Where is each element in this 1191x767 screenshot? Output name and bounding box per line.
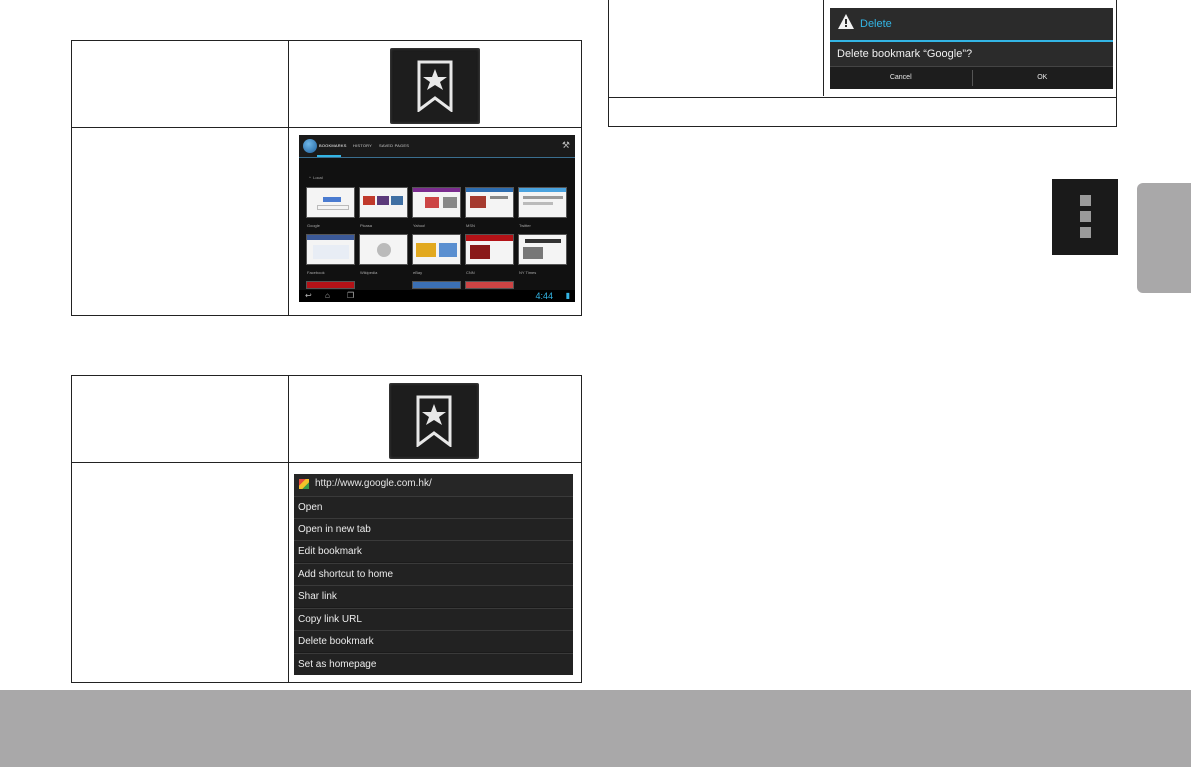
menu-item-add-shortcut[interactable]: Add shortcut to home: [294, 563, 573, 585]
tab-history[interactable]: HISTORY: [353, 143, 372, 148]
recent-apps-icon[interactable]: ❐: [347, 292, 354, 300]
browser-tab-bar: BOOKMARKS HISTORY SAVED PAGES ⚒: [299, 135, 575, 158]
dialog-button-bar: Cancel OK: [830, 66, 1113, 89]
bookmark-thumbnail-nytimes[interactable]: [518, 234, 567, 265]
back-icon[interactable]: ↩: [305, 292, 312, 300]
bookmark-caption: Wikipedia: [360, 270, 378, 275]
side-section-tab: [1137, 183, 1191, 293]
row-divider: [72, 462, 581, 463]
globe-icon: [303, 139, 317, 153]
bookmark-thumbnail-row3[interactable]: [412, 281, 461, 289]
bookmark-thumbnail-row3[interactable]: [306, 281, 355, 289]
menu-dot: [1080, 227, 1091, 238]
active-tab-indicator: [317, 155, 341, 157]
home-icon[interactable]: ⌂: [325, 292, 330, 300]
menu-item-delete-bookmark[interactable]: Delete bookmark: [294, 630, 573, 652]
menu-item-share-link[interactable]: Shar link: [294, 585, 573, 607]
bookmark-caption: NY Times: [519, 270, 537, 275]
dialog-message: Delete bookmark “Google”?: [837, 48, 973, 60]
context-menu-header: http://www.google.com.hk/: [294, 474, 573, 497]
row-divider: [609, 97, 1116, 98]
menu-dot: [1080, 211, 1091, 222]
menu-item-edit-bookmark[interactable]: Edit bookmark: [294, 540, 573, 562]
tab-saved-pages[interactable]: SAVED PAGES: [379, 143, 409, 148]
system-navigation-bar: ↩ ⌂ ❐ 4:44 ▮: [299, 290, 575, 302]
column-divider: [288, 376, 289, 682]
menu-item-open[interactable]: Open: [294, 496, 573, 518]
bookmark-thumbnail-google[interactable]: [306, 187, 355, 218]
status-clock: 4:44: [535, 291, 553, 301]
column-divider: [288, 41, 289, 315]
tab-bookmarks[interactable]: BOOKMARKS: [319, 143, 347, 148]
page-footer-band: [0, 690, 1191, 767]
bookmark-thumbnail-facebook[interactable]: [306, 234, 355, 265]
bookmark-thumbnail-picasa[interactable]: [359, 187, 408, 218]
overflow-menu-icon: [1052, 179, 1118, 255]
bookmark-thumbnail-yahoo[interactable]: [412, 187, 461, 218]
bookmark-thumbnail-cnn[interactable]: [465, 234, 514, 265]
browser-bookmarks-screenshot: BOOKMARKS HISTORY SAVED PAGES ⚒ ^ Local …: [299, 135, 575, 302]
dialog-title: Delete: [860, 18, 892, 30]
bookmark-caption: eBay: [413, 270, 423, 275]
battery-icon: ▮: [565, 291, 570, 300]
bookmark-caption: MSN: [466, 223, 475, 228]
bookmark-url: http://www.google.com.hk/: [315, 478, 432, 489]
wrench-icon[interactable]: ⚒: [562, 141, 570, 150]
bookmark-context-menu: http://www.google.com.hk/ Open Open in n…: [294, 474, 573, 675]
menu-dot: [1080, 195, 1091, 206]
warning-icon: [838, 14, 854, 29]
bookmark-star-icon: [416, 395, 452, 447]
bookmark-icon: [390, 48, 480, 124]
bookmark-caption: Yahoo!: [413, 223, 426, 228]
dialog-title-divider: [830, 40, 1113, 42]
bookmark-thumbnail-twitter[interactable]: [518, 187, 567, 218]
bookmark-thumbnail-msn[interactable]: [465, 187, 514, 218]
ok-button[interactable]: OK: [972, 67, 1114, 89]
column-divider: [823, 0, 824, 96]
favicon-icon: [299, 479, 309, 489]
bookmark-caption: CNN: [466, 270, 475, 275]
bookmark-thumbnail-ebay[interactable]: [412, 234, 461, 265]
bookmark-caption: Facebook: [307, 270, 325, 275]
menu-item-copy-link-url[interactable]: Copy link URL: [294, 608, 573, 630]
row-divider: [72, 127, 581, 128]
folder-label: ^ Local: [309, 175, 323, 180]
delete-bookmark-dialog: Delete Delete bookmark “Google”? Cancel …: [830, 8, 1113, 89]
bookmark-caption: Twitter: [519, 223, 531, 228]
bookmark-star-icon: [417, 60, 453, 112]
bookmark-icon: [389, 383, 479, 459]
bookmark-caption: Google: [307, 223, 320, 228]
bookmark-thumbnail-wikipedia[interactable]: [359, 234, 408, 265]
menu-item-open-in-new-tab[interactable]: Open in new tab: [294, 518, 573, 540]
menu-item-set-as-homepage[interactable]: Set as homepage: [294, 653, 573, 675]
cancel-button[interactable]: Cancel: [830, 67, 972, 89]
bookmark-caption: Picasa: [360, 223, 373, 228]
bookmark-thumbnail-row3[interactable]: [465, 281, 514, 289]
